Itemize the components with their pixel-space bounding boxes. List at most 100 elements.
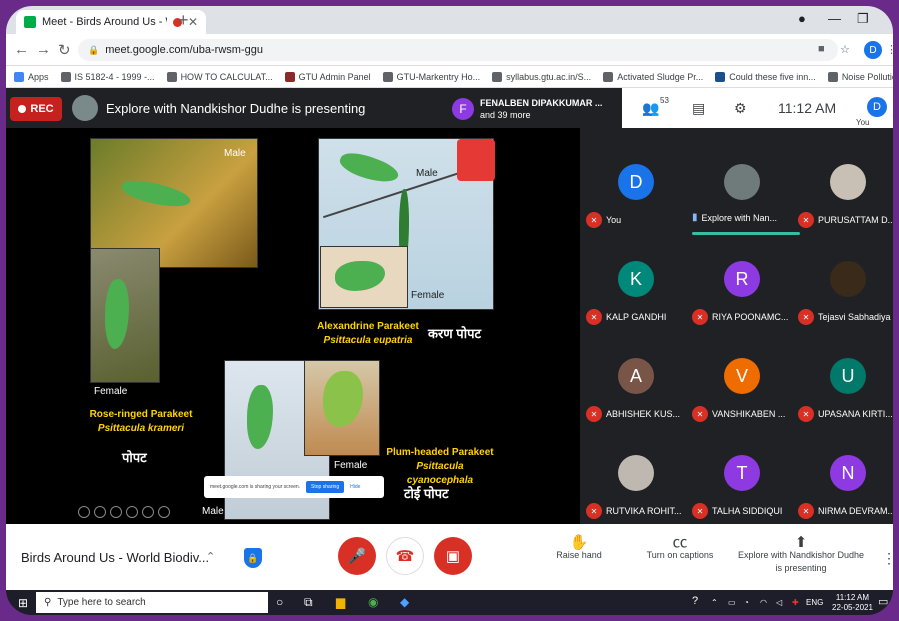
antivirus-icon: ✚ (792, 598, 799, 607)
chevron-up-icon[interactable]: ⌃ (206, 550, 215, 563)
zoom-icon[interactable] (142, 506, 154, 518)
bookmark-item[interactable]: syllabus.gtu.ac.in/S... (492, 71, 591, 82)
help-icon[interactable]: ? (692, 595, 698, 607)
self-avatar[interactable]: D (867, 97, 887, 117)
label-female: Female (334, 460, 368, 471)
label-female: Female (411, 290, 445, 301)
participant-label: ✕ TALHA SIDDIQUI (692, 503, 794, 519)
participant-tile[interactable]: ▮ Explore with Nan... (690, 152, 800, 250)
meeting-name[interactable]: Birds Around Us - World Biodiv... (21, 550, 209, 565)
maximize-icon[interactable]: ❐ (857, 11, 869, 27)
participant-label: ✕ VANSHIKABEN ... (692, 406, 794, 422)
windows-start-icon[interactable]: ⊞ (18, 596, 28, 610)
lock-icon: 🔒 (88, 44, 100, 55)
bookmark-item[interactable]: Activated Sludge Pr... (603, 71, 703, 82)
profile-avatar[interactable]: D (864, 41, 882, 59)
mic-off-button[interactable]: 🎤 (338, 537, 376, 575)
chat-icon[interactable]: ▤ (692, 100, 705, 117)
bookmark-item[interactable]: Could these five inn... (715, 71, 816, 82)
present-icon: ⬆ (794, 534, 808, 551)
participant-label: ✕ ABHISHEK KUS... (586, 406, 688, 422)
activities-icon[interactable]: ⚙ (734, 100, 747, 117)
task-view-icon[interactable]: ⧉ (304, 595, 313, 610)
file-explorer-icon[interactable]: ▆ (336, 595, 345, 609)
new-tab-icon[interactable]: + (178, 10, 189, 31)
parakeet-shape (105, 279, 129, 349)
url-field[interactable]: 🔒 meet.google.com/uba-rwsm-ggu (78, 39, 838, 61)
stop-sharing-button[interactable]: Stop sharing (306, 481, 345, 493)
profile-menu-icon[interactable]: ● (798, 11, 806, 26)
copy-icon[interactable] (126, 506, 138, 518)
bookmark-item[interactable]: Noise Pollution —... (827, 71, 893, 82)
more-options-icon[interactable]: ⋮ (882, 550, 893, 567)
menu-dots-icon[interactable]: ⋮ (886, 43, 893, 56)
bookmark-item[interactable]: GTU Admin Panel (284, 71, 371, 82)
bookmark-icon (382, 71, 393, 82)
raise-hand-button[interactable]: ✋ Raise hand (554, 535, 604, 562)
language-indicator[interactable]: ENG (806, 598, 823, 607)
bookmark-item[interactable]: HOW TO CALCULAT... (166, 71, 273, 82)
present-button[interactable]: ⬆ Explore with Nandkishor Dudhe is prese… (736, 534, 866, 575)
bookmark-item[interactable]: Apps (14, 71, 49, 82)
minimize-icon[interactable]: — (828, 11, 841, 26)
self-label: You (856, 118, 870, 127)
captions-icon: ㏄ (672, 534, 688, 551)
next-slide-icon[interactable] (94, 506, 106, 518)
speaking-icon: ▮ (692, 212, 698, 223)
dropbox-icon[interactable]: ◆ (400, 595, 409, 609)
participant-tile[interactable]: D ✕ You (584, 152, 688, 250)
participant-label: ✕ NIRMA DEVRAM... (798, 503, 893, 519)
meet-favicon-icon (24, 16, 36, 28)
camera-off-button[interactable]: ▣ (434, 537, 472, 575)
people-icon[interactable]: 👥 (642, 100, 659, 117)
recording-badge[interactable]: REC (10, 97, 62, 121)
taskbar-search[interactable]: ⚲ Type here to search (36, 592, 268, 613)
participant-tile[interactable]: ✕ Tejasvi Sabhadiya (796, 249, 893, 347)
screen-share-notice: meet.google.com is sharing your screen. … (204, 476, 384, 498)
pen-icon[interactable] (110, 506, 122, 518)
slide-toolbar (78, 506, 170, 518)
bookmark-icon (715, 71, 726, 82)
participant-avatar: V (724, 358, 760, 394)
prev-slide-icon[interactable] (78, 506, 90, 518)
cortana-icon[interactable]: ○ (276, 595, 283, 609)
participant-tile[interactable]: U ✕ UPASANA KIRTI... (796, 346, 893, 444)
meeting-time: 11:12 AM (778, 100, 837, 116)
meet-bottom-bar: Birds Around Us - World Biodiv... ⌃ 🔒 🎤 … (6, 524, 893, 590)
volume-icon[interactable]: ◁ (776, 598, 782, 607)
close-tab-icon[interactable]: ✕ (188, 15, 198, 29)
taskbar-clock[interactable]: 11:12 AM 22-05-2021 (832, 593, 873, 613)
hide-button[interactable]: Hide (350, 484, 360, 490)
presentation-slide: Male Female Rose-ringed Parakeet Psittac… (6, 128, 580, 524)
chrome-icon[interactable]: ◉ (368, 595, 378, 609)
participant-avatar: A (618, 358, 654, 394)
bookmark-item[interactable]: GTU-Markentry Ho... (382, 71, 480, 82)
bookmark-star-icon[interactable]: ☆ (840, 43, 850, 56)
participant-name: UPASANA KIRTI... (818, 409, 893, 419)
back-icon[interactable]: ← (14, 41, 29, 58)
more-icon[interactable] (158, 506, 170, 518)
participant-tile[interactable]: A ✕ ABHISHEK KUS... (584, 346, 688, 444)
camera-icon[interactable]: ■ (818, 43, 825, 55)
species-name: Alexandrine Parakeet (317, 321, 419, 332)
alexandrine-female-photo (320, 246, 408, 308)
tray-chevron-icon[interactable]: ⌃ (711, 598, 718, 607)
parakeet-shape (247, 385, 273, 449)
scientific-name: Psittacula eupatria (323, 335, 413, 346)
mic-muted-icon: ✕ (692, 309, 708, 325)
participant-name: PURUSATTAM D... (818, 215, 893, 225)
captions-button[interactable]: ㏄ Turn on captions (642, 534, 718, 562)
reload-icon[interactable]: ↻ (58, 41, 71, 59)
bookmark-item[interactable]: IS 5182-4 - 1999 -... (60, 71, 155, 82)
participant-tile[interactable]: V ✕ VANSHIKABEN ... (690, 346, 794, 444)
notifications-icon[interactable]: ▭ (878, 595, 888, 608)
participant-tile[interactable]: R ✕ RIYA POONAMC... (690, 249, 794, 347)
forward-icon[interactable]: → (36, 41, 51, 58)
participant-tile[interactable]: K ✕ KALP GANDHI (584, 249, 688, 347)
url-text: meet.google.com/uba-rwsm-ggu (105, 44, 263, 56)
participant-tile[interactable]: ✕ PURUSATTAM D... (796, 152, 893, 250)
presenter-avatar (72, 95, 98, 121)
host-controls-icon[interactable]: 🔒 (244, 548, 262, 568)
leave-call-button[interactable]: ☎ (386, 537, 424, 575)
participant-preview[interactable]: F FENALBEN DIPAKKUMAR ... and 39 more (452, 93, 616, 125)
